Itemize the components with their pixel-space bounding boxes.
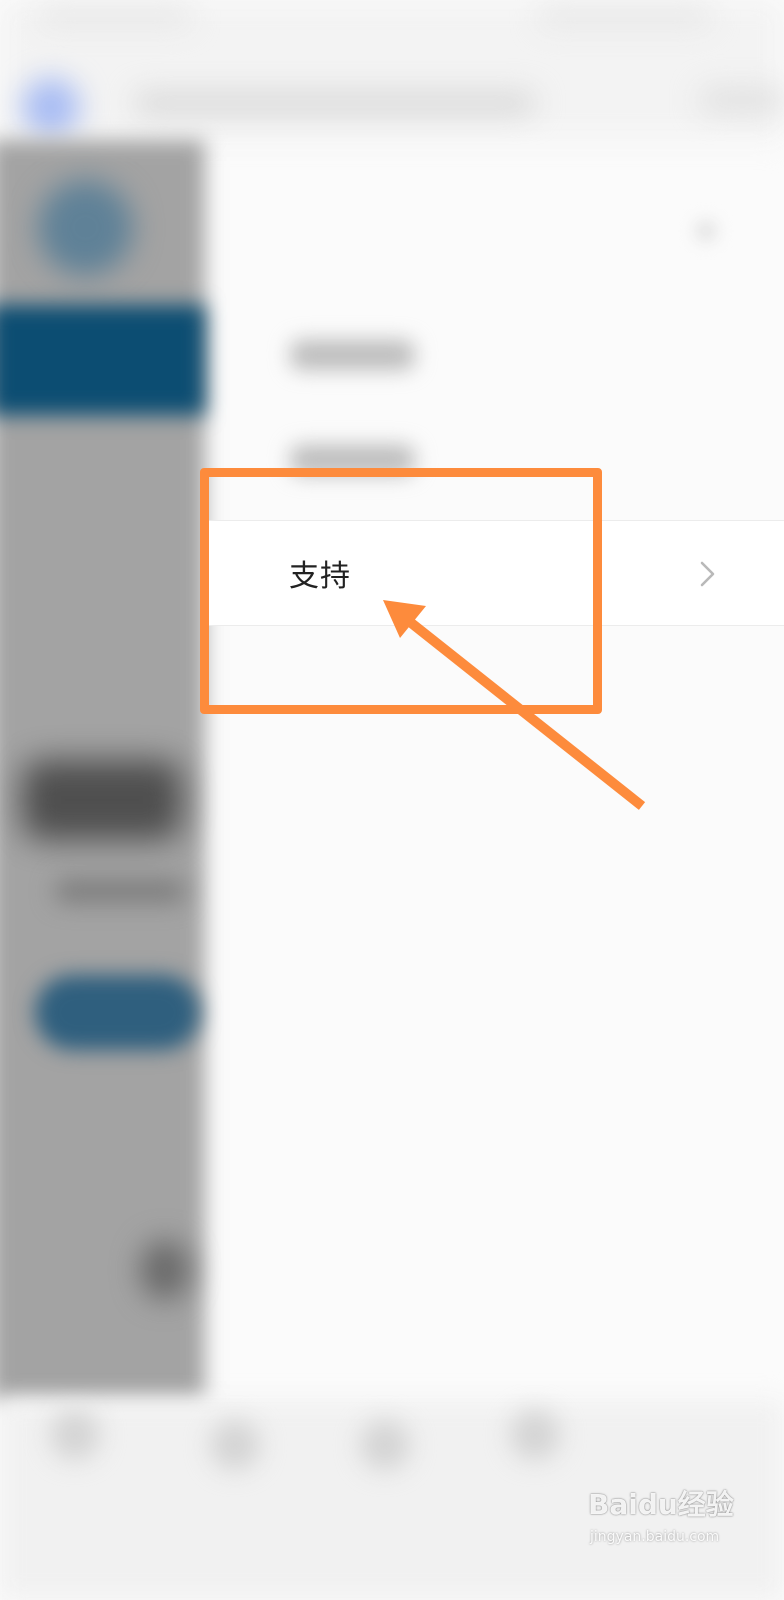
blurred-drawer-text [55, 880, 185, 902]
blurred-tab-icon [210, 1420, 260, 1470]
blurred-tab-icon [50, 1410, 100, 1460]
blurred-drawer-icon [140, 1240, 190, 1300]
blurred-status-icons [540, 8, 710, 26]
blurred-status-text [40, 8, 190, 26]
blurred-chevron-icon [695, 220, 717, 242]
menu-item-support[interactable]: 支持 [205, 520, 784, 626]
blurred-phone-icon [22, 760, 182, 840]
chevron-right-icon [700, 561, 715, 587]
menu-item-support-label: 支持 [289, 559, 351, 594]
blurred-menu-item-1 [290, 340, 415, 370]
blurred-header-action [700, 88, 784, 112]
blurred-tab-icon [360, 1420, 410, 1470]
blurred-drawer-banner [0, 305, 205, 415]
blurred-drawer-button [35, 975, 200, 1050]
app-screen: 支持 Baidu经验 jingyan.baidu.com [0, 0, 784, 1600]
blurred-tab-icon [510, 1410, 560, 1460]
blurred-app-icon [22, 78, 80, 136]
blurred-avatar [38, 180, 133, 275]
blurred-header-text [135, 92, 535, 114]
blurred-menu-item-2 [290, 445, 415, 475]
